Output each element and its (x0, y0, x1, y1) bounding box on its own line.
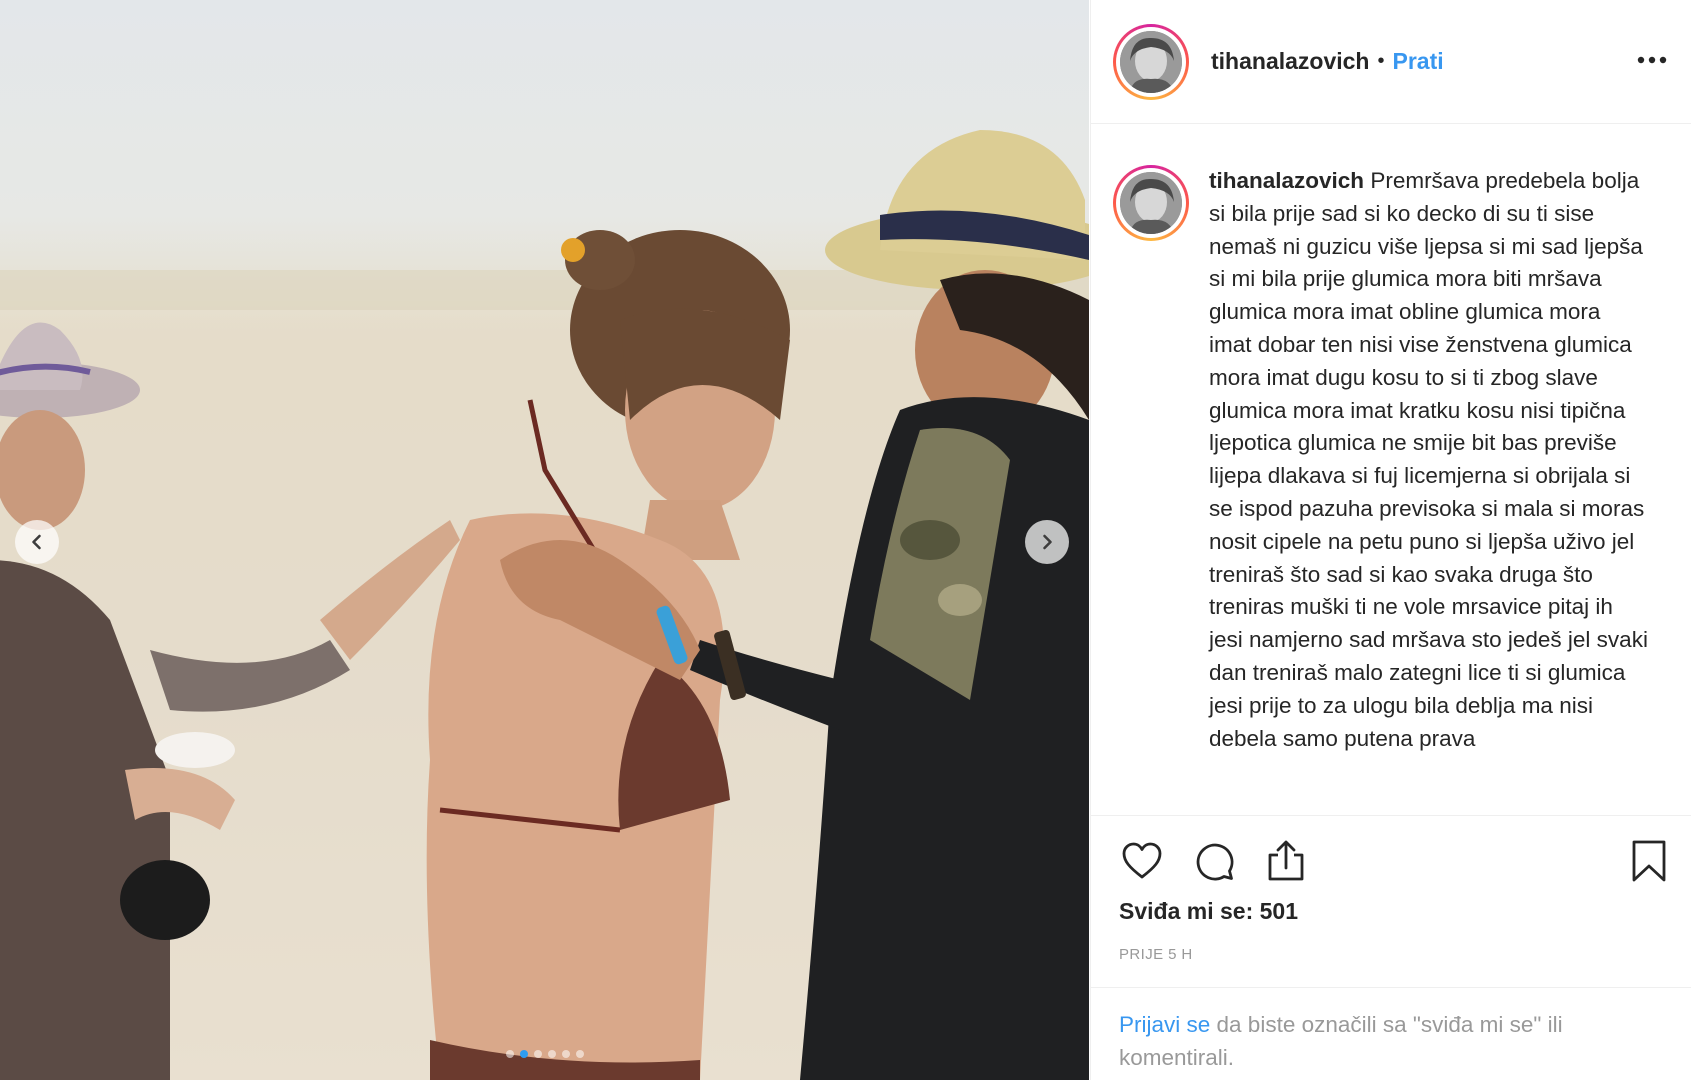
carousel-dot (575, 1050, 584, 1058)
carousel-dot (547, 1050, 556, 1058)
share-button[interactable] (1263, 838, 1309, 884)
login-prompt: Prijavi se da biste označili sa "sviđa m… (1091, 987, 1691, 1080)
more-options-icon (1637, 56, 1667, 64)
separator-dot: • (1377, 50, 1385, 72)
heart-icon (1122, 842, 1162, 879)
header-username[interactable]: tihanalazovich (1211, 48, 1369, 75)
login-link[interactable]: Prijavi se (1119, 1012, 1210, 1037)
carousel-next-button[interactable] (1025, 520, 1069, 564)
more-options-button[interactable] (1632, 44, 1672, 76)
post-caption: tihanalazovich Premršava predebela bolja… (1209, 165, 1649, 815)
carousel-indicator (0, 1050, 1089, 1058)
post-side-panel: tihanalazovich • Prati tihanalazovich Pr… (1090, 0, 1691, 1080)
carousel-prev-button[interactable] (15, 520, 59, 564)
share-icon (1268, 840, 1304, 881)
carousel-dot (533, 1050, 542, 1058)
caption-avatar[interactable] (1113, 165, 1189, 241)
profile-photo-icon (1120, 172, 1182, 234)
bookmark-icon (1632, 840, 1666, 882)
follow-button[interactable]: Prati (1393, 48, 1444, 75)
caption-username[interactable]: tihanalazovich (1209, 168, 1364, 193)
post-timestamp[interactable]: PRIJE 5 H (1119, 946, 1193, 963)
post-header: tihanalazovich • Prati (1091, 0, 1691, 124)
carousel-dot (519, 1050, 528, 1058)
chevron-left-icon (32, 534, 41, 550)
beach-scene-image (0, 130, 1089, 1080)
like-button[interactable] (1119, 838, 1165, 884)
comments-area[interactable]: tihanalazovich Premršava predebela bolja… (1091, 125, 1691, 815)
like-count[interactable]: Sviđa mi se: 501 (1119, 898, 1298, 925)
caption-text: Premršava predebela bolja si bila prije … (1209, 168, 1648, 751)
save-button[interactable] (1626, 838, 1672, 884)
profile-photo-icon (1120, 30, 1182, 93)
post-photo[interactable] (0, 0, 1089, 1080)
chevron-right-icon (1043, 534, 1052, 550)
post-actions: Sviđa mi se: 501 PRIJE 5 H (1091, 815, 1691, 987)
avatar[interactable] (1113, 23, 1189, 100)
carousel-dot (561, 1050, 570, 1058)
comment-button[interactable] (1191, 838, 1237, 884)
carousel-dot (505, 1050, 514, 1058)
comment-bubble-icon (1196, 843, 1234, 881)
